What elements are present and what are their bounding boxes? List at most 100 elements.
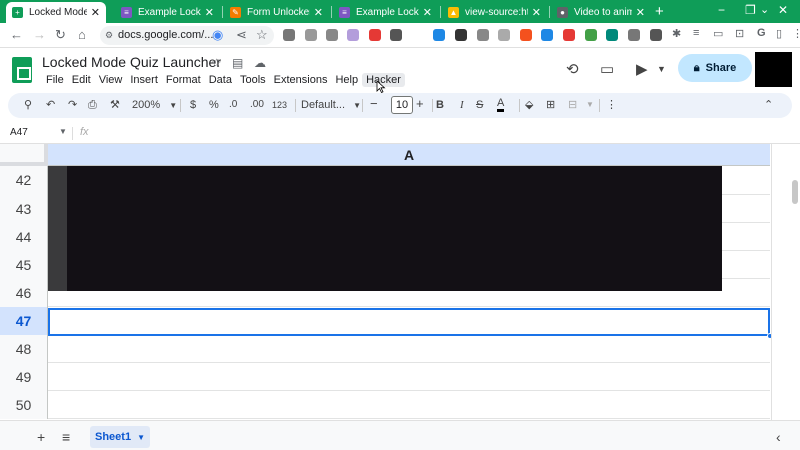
site-info-icon[interactable]: ⚙ bbox=[105, 26, 113, 45]
redo-icon[interactable]: ↷ bbox=[68, 98, 77, 112]
percent-format-button[interactable]: % bbox=[209, 98, 219, 112]
extension-icon[interactable] bbox=[477, 29, 489, 41]
extension-icon[interactable] bbox=[520, 29, 532, 41]
back-icon[interactable]: ← bbox=[10, 28, 23, 42]
vertical-scrollbar[interactable] bbox=[771, 144, 800, 420]
formula-input[interactable] bbox=[100, 125, 790, 142]
menu-tools[interactable]: Tools bbox=[236, 73, 270, 87]
google-account-icon[interactable]: G bbox=[757, 27, 766, 39]
browser-tab[interactable]: ● Video to animate ✕ bbox=[551, 2, 651, 23]
comments-icon[interactable]: ▭ bbox=[600, 60, 614, 78]
scrollbar-thumb[interactable] bbox=[792, 180, 798, 204]
forward-icon[interactable]: → bbox=[33, 28, 46, 42]
font-family-select[interactable]: Default... ▼ bbox=[301, 98, 361, 113]
row-header[interactable]: 43 bbox=[0, 195, 48, 223]
menu-format[interactable]: Format bbox=[162, 73, 205, 87]
new-tab-icon[interactable]: + bbox=[655, 3, 664, 20]
menu-view[interactable]: View bbox=[95, 73, 127, 87]
decrease-decimal-button[interactable]: .0 bbox=[229, 98, 237, 112]
screenshot-icon[interactable]: ⊡ bbox=[735, 27, 744, 40]
extension-icon[interactable] bbox=[433, 29, 445, 41]
restore-icon[interactable]: ❐ bbox=[745, 3, 756, 17]
close-tab-icon[interactable]: ✕ bbox=[532, 6, 541, 19]
merge-cells-icon[interactable]: ⊟ bbox=[568, 98, 577, 112]
column-header-a[interactable]: A bbox=[48, 144, 770, 166]
close-tab-icon[interactable]: ✕ bbox=[314, 6, 323, 19]
collapse-toolbar-icon[interactable]: ⌃ bbox=[764, 98, 773, 112]
bold-button[interactable]: B bbox=[436, 98, 444, 112]
extensions-puzzle-icon[interactable]: ✱ bbox=[672, 27, 681, 40]
zoom-select[interactable]: 200% ▼ bbox=[132, 98, 177, 113]
paint-format-icon[interactable]: ⚒ bbox=[110, 98, 120, 112]
extension-icon[interactable] bbox=[606, 29, 618, 41]
meet-dropdown-icon[interactable]: ▼ bbox=[657, 64, 666, 74]
borders-icon[interactable]: ⊞ bbox=[546, 98, 555, 112]
browser-tab[interactable]: + Locked Mode Qui ✕ bbox=[6, 2, 106, 23]
browser-tab[interactable]: ≡ Example Locked ✕ bbox=[115, 2, 220, 23]
menu-extensions[interactable]: Extensions bbox=[270, 73, 332, 87]
extension-icon[interactable] bbox=[369, 29, 381, 41]
increase-font-size-button[interactable]: + bbox=[416, 97, 424, 111]
row-header[interactable]: 49 bbox=[0, 363, 48, 391]
share-page-icon[interactable]: ⋖ bbox=[236, 28, 247, 42]
menu-file[interactable]: File bbox=[42, 73, 68, 87]
close-window-icon[interactable]: ✕ bbox=[778, 3, 788, 17]
merge-dropdown-icon[interactable]: ▼ bbox=[586, 98, 594, 112]
browser-menu-icon[interactable]: ⋮ bbox=[792, 27, 800, 40]
select-all-corner[interactable] bbox=[0, 144, 48, 166]
address-bar[interactable]: ⚙ docs.google.com/... bbox=[100, 26, 274, 45]
number-format-button[interactable]: 123 bbox=[272, 98, 287, 112]
add-sheet-icon[interactable]: + bbox=[37, 429, 45, 445]
all-sheets-menu-icon[interactable]: ≡ bbox=[62, 429, 70, 445]
browser-tab[interactable]: ✎ Form Unlocker - ✕ bbox=[224, 2, 329, 23]
extension-icon[interactable] bbox=[628, 29, 640, 41]
font-size-input[interactable]: 10 bbox=[391, 96, 413, 114]
row-header[interactable]: 48 bbox=[0, 335, 48, 363]
extension-icon[interactable] bbox=[585, 29, 597, 41]
share-button[interactable]: 🔒︎ Share bbox=[678, 54, 752, 82]
more-options-icon[interactable]: ⋮ bbox=[606, 98, 617, 112]
minimize-icon[interactable]: − bbox=[718, 3, 725, 17]
currency-format-button[interactable]: $ bbox=[190, 98, 196, 112]
table-row[interactable]: 48 bbox=[0, 335, 770, 363]
extension-icon[interactable] bbox=[390, 29, 402, 41]
selected-cell-a47[interactable] bbox=[48, 308, 770, 336]
extension-icon[interactable] bbox=[305, 29, 317, 41]
playlist-icon[interactable]: ≡ bbox=[693, 27, 699, 39]
table-row[interactable]: 49 bbox=[0, 363, 770, 391]
extension-icon[interactable] bbox=[347, 29, 359, 41]
embedded-video-object[interactable] bbox=[48, 166, 722, 291]
row-header[interactable]: 50 bbox=[0, 391, 48, 419]
extension-icon[interactable] bbox=[563, 29, 575, 41]
bookmark-star-icon[interactable]: ☆ bbox=[256, 28, 268, 42]
meet-camera-icon[interactable]: ▶ bbox=[636, 60, 648, 78]
name-box[interactable]: A47 bbox=[10, 127, 28, 138]
extension-icon[interactable] bbox=[498, 29, 510, 41]
close-tab-icon[interactable]: ✕ bbox=[423, 6, 432, 19]
sheets-logo-icon[interactable] bbox=[12, 57, 32, 83]
print-icon[interactable]: ⎙ bbox=[88, 98, 97, 112]
side-panel-icon[interactable]: ▯ bbox=[776, 27, 782, 40]
decrease-font-size-button[interactable]: − bbox=[370, 97, 378, 111]
google-lens-icon[interactable]: ◉ bbox=[212, 28, 223, 42]
reload-icon[interactable]: ↻ bbox=[55, 28, 66, 42]
table-row[interactable]: 50 bbox=[0, 391, 770, 419]
strikethrough-icon[interactable]: S bbox=[476, 98, 483, 112]
browser-tab[interactable]: ▲ view-source:http ✕ bbox=[442, 2, 547, 23]
chevron-down-icon[interactable]: ▼ bbox=[59, 127, 67, 136]
row-header[interactable]: 46 bbox=[0, 279, 48, 307]
move-folder-icon[interactable]: ▤ bbox=[232, 56, 243, 70]
menu-help[interactable]: Help bbox=[331, 73, 362, 87]
search-menus-icon[interactable]: ⚲ bbox=[24, 98, 32, 112]
star-icon[interactable]: ☆ bbox=[211, 56, 222, 70]
row-header[interactable]: 44 bbox=[0, 223, 48, 251]
row-header[interactable]: 42 bbox=[0, 166, 48, 195]
menu-edit[interactable]: Edit bbox=[68, 73, 95, 87]
cast-icon[interactable]: ▭ bbox=[713, 27, 723, 40]
close-tab-icon[interactable]: ✕ bbox=[636, 6, 645, 19]
home-icon[interactable]: ⌂ bbox=[78, 28, 86, 42]
version-history-icon[interactable]: ⟲ bbox=[566, 60, 579, 78]
extension-icon[interactable] bbox=[650, 29, 662, 41]
menu-insert[interactable]: Insert bbox=[126, 73, 162, 87]
italic-button[interactable]: I bbox=[460, 98, 464, 112]
